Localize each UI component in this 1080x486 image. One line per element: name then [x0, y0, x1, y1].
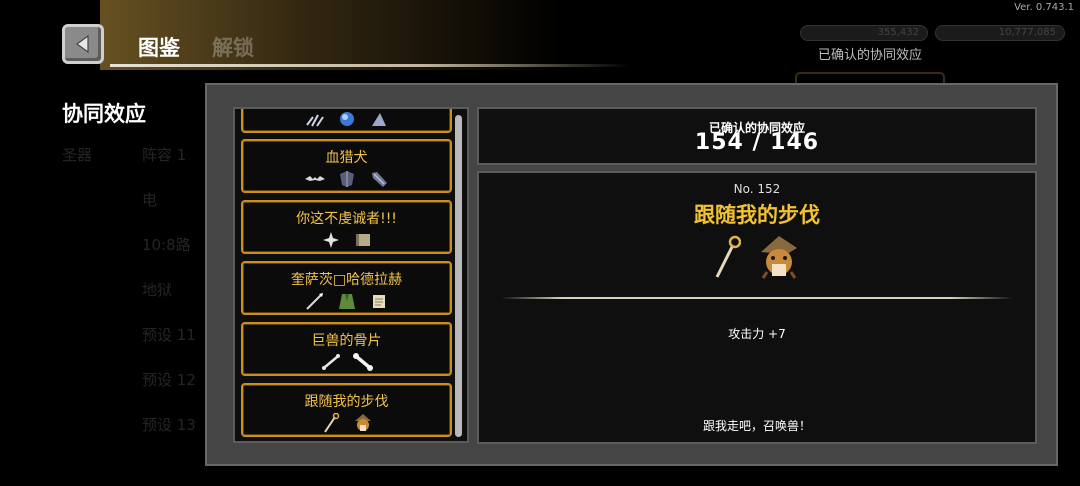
synergy-card-label: 跟随我的步伐 [304, 394, 389, 410]
sidebar-item[interactable]: 10:8路 [142, 234, 191, 255]
summary-count: 154 / 146 [694, 130, 820, 155]
sidebar-item[interactable]: 阵容 1 [142, 144, 186, 165]
synergy-card-icons [243, 109, 450, 129]
synergy-card-icons [243, 291, 450, 311]
gauntlet-icon [371, 172, 387, 187]
title-underline [110, 64, 630, 67]
scrollbar-thumb[interactable] [455, 115, 462, 437]
list-scrollbar[interactable] [455, 115, 462, 437]
synergy-card-label: 血猎犬 [325, 150, 368, 166]
synergy-list[interactable]: 血猎犬 你这不虔诚者!!! 奎萨茨□哈德拉赫 巨兽的骨片 跟随我的步伐 [233, 107, 469, 443]
claw-icon [305, 114, 324, 127]
detail-icons [479, 233, 1035, 281]
scroll-icon [372, 295, 385, 308]
bat-wing-icon [304, 176, 325, 181]
synergy-card[interactable]: 奎萨茨□哈德拉赫 [241, 261, 452, 315]
synergy-card[interactable]: 巨兽的骨片 [241, 322, 452, 376]
detail-title: 跟随我的步伐 [694, 203, 820, 227]
bone-icon [352, 353, 373, 371]
beast-icon [761, 236, 797, 279]
page-tab-unlock[interactable]: 解锁 [212, 32, 254, 62]
sidebar-item[interactable]: 圣器 [62, 144, 92, 165]
sidebar-item[interactable]: 电 [142, 189, 157, 210]
small-bone-icon [321, 354, 340, 370]
arrow-left-icon [75, 34, 89, 54]
synergy-card-icons [243, 169, 450, 189]
page-title: 图鉴 [138, 36, 180, 60]
detail-stat: 攻击力 +7 [728, 327, 786, 341]
blue-orb-icon [339, 112, 354, 126]
synergy-card-selected[interactable]: 跟随我的步伐 [241, 383, 452, 437]
detail-divider [501, 297, 1013, 299]
synergy-detail: No. 152 跟随我的步伐 攻击力 +7 跟我走吧，召唤兽！ [477, 171, 1037, 444]
synergy-card[interactable] [241, 109, 452, 133]
synergy-card-label: 巨兽的骨片 [311, 333, 382, 349]
synergy-card[interactable]: 血猎犬 [241, 139, 452, 193]
synergy-panel: 血猎犬 你这不虔诚者!!! 奎萨茨□哈德拉赫 巨兽的骨片 跟随我的步伐 已确认的… [205, 83, 1058, 466]
sidebar-item[interactable]: 地狱 [142, 279, 172, 300]
sidebar-item[interactable]: 预设 12 [142, 369, 196, 390]
green-cloak-icon [338, 294, 355, 309]
synergy-card[interactable]: 你这不虔诚者!!! [241, 200, 452, 254]
currency-counter-1: 355,432 [800, 25, 928, 41]
synergy-summary: 已确认的协同效应 154 / 146 [477, 107, 1037, 165]
synergy-card-label: 你这不虔诚者!!! [296, 211, 397, 227]
spear-icon [305, 293, 323, 310]
tome-icon [355, 234, 370, 246]
synergy-card-label: 奎萨茨□哈德拉赫 [290, 272, 403, 288]
currency-counter-2: 10,777,085 [935, 25, 1065, 41]
back-button[interactable] [62, 24, 104, 64]
detail-quote: 跟我走吧，召唤兽！ [702, 419, 811, 433]
staff-icon [323, 413, 339, 433]
shuriken-icon [322, 232, 339, 248]
staff-icon [715, 235, 741, 278]
synergy-card-icons [243, 352, 450, 372]
sidebar-item[interactable]: 预设 11 [142, 324, 196, 345]
beast-icon [354, 414, 371, 431]
sidebar-heading: 协同效应 [62, 102, 146, 126]
detail-number: No. 152 [733, 182, 781, 196]
synergy-card-icons [243, 230, 450, 250]
spike-icon [371, 113, 386, 126]
confirmed-synergy-label: 已确认的协同效应 [818, 48, 923, 63]
version-label: Ver. 0.743.1 [1014, 2, 1074, 13]
dark-armor-icon [339, 171, 354, 187]
sidebar-item[interactable]: 预设 13 [142, 414, 196, 435]
synergy-card-icons [243, 413, 450, 433]
